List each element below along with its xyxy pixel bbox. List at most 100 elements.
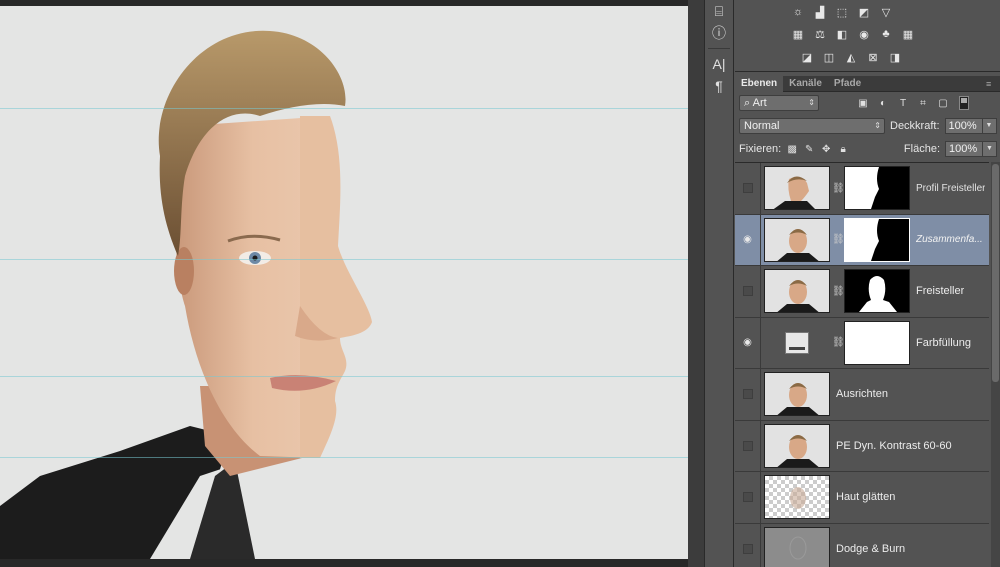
filter-kind-select[interactable]: ⌕ Art ⇕	[739, 95, 819, 111]
collapsed-panel-strip: ⌸ ⓘ A| ¶	[704, 0, 734, 567]
layer-name[interactable]: Haut glätten	[836, 491, 895, 503]
blend-mode-value: Normal	[744, 120, 780, 132]
photo-filter-icon[interactable]: ◉	[856, 27, 872, 41]
eye-icon[interactable]: ◉	[735, 214, 761, 266]
blend-mode-select[interactable]: Normal ⇕	[739, 118, 885, 134]
vibrance-icon[interactable]: ▽	[878, 5, 894, 19]
layer-mask-thumbnail[interactable]	[844, 166, 910, 211]
layer-filter-row: ⌕ Art ⇕ ▣ ◐ T ⌗ ▢	[739, 94, 995, 112]
guide-line	[0, 108, 688, 109]
layer-row[interactable]: Ausrichten	[735, 368, 989, 421]
layer-thumbnail[interactable]	[764, 372, 830, 417]
layer-row[interactable]: ◉ ⛓ Farbfüllung	[735, 317, 989, 369]
invert-icon[interactable]: ◪	[799, 50, 815, 64]
link-icon[interactable]: ⛓	[832, 337, 845, 348]
tab-kanaele[interactable]: Kanäle	[783, 76, 828, 92]
channel-mixer-icon[interactable]: ♣	[878, 27, 894, 41]
black-white-icon[interactable]: ◧	[834, 27, 850, 41]
link-icon[interactable]: ⛓	[832, 286, 845, 297]
info-icon[interactable]: ⓘ	[705, 22, 733, 44]
panel-menu-icon[interactable]: ≡	[986, 76, 1000, 91]
history-icon[interactable]: ⌸	[705, 0, 733, 22]
layer-row[interactable]: ⛓ Profil Freisteller	[735, 163, 989, 215]
layer-row[interactable]: Dodge & Burn	[735, 523, 989, 567]
hue-saturation-icon[interactable]: ▦	[790, 27, 806, 41]
adjustments-row: ☼ ▟ ⬚ ◩ ▽	[790, 5, 894, 19]
opacity-field[interactable]: 100%	[944, 118, 983, 134]
lock-position-icon[interactable]: ✥	[820, 143, 832, 155]
fill-dropdown-icon[interactable]: ▼	[983, 141, 997, 157]
adjustments-panel: ☼ ▟ ⬚ ◩ ▽ ▦ ⚖ ◧ ◉ ♣ ▦ ◪ ◫ ◭ ⊠ ◨	[735, 0, 1000, 72]
layer-name[interactable]: Profil Freisteller	[916, 183, 985, 194]
scrollbar-thumb[interactable]	[992, 164, 999, 382]
layer-mask-thumbnail[interactable]	[844, 269, 910, 314]
layer-thumbnail[interactable]	[764, 166, 830, 211]
opacity-dropdown-icon[interactable]: ▼	[982, 118, 997, 134]
visibility-toggle[interactable]	[735, 163, 761, 214]
selective-color-icon[interactable]: ⊠	[865, 50, 881, 64]
exposure-icon[interactable]: ◩	[856, 5, 872, 19]
eye-icon[interactable]: ◉	[735, 317, 761, 369]
link-icon[interactable]: ⛓	[832, 234, 845, 245]
visibility-box	[742, 543, 753, 554]
layer-name[interactable]: Farbfüllung	[916, 337, 971, 349]
pixel-filter-icon[interactable]: ▣	[857, 97, 869, 109]
visibility-toggle[interactable]	[735, 420, 761, 472]
adjustments-row: ◪ ◫ ◭ ⊠ ◨	[799, 50, 903, 64]
layer-mask-thumbnail[interactable]	[844, 320, 910, 365]
layer-row[interactable]: Haut glätten	[735, 471, 989, 524]
layer-name[interactable]: Zusammenfa...	[916, 234, 983, 245]
smart-object-filter-icon[interactable]: ▢	[937, 97, 949, 109]
link-icon[interactable]: ⛓	[832, 183, 845, 194]
character-icon[interactable]: A|	[705, 53, 733, 75]
tab-pfade[interactable]: Pfade	[828, 76, 867, 92]
paragraph-icon[interactable]: ¶	[705, 75, 733, 97]
color-balance-icon[interactable]: ⚖	[812, 27, 828, 41]
layers-scrollbar[interactable]	[991, 162, 1000, 567]
color-lookup-icon[interactable]: ▦	[900, 27, 916, 41]
threshold-icon[interactable]: ◭	[843, 50, 859, 64]
lock-pixels-icon[interactable]: ✎	[803, 143, 815, 155]
layer-row[interactable]: ⛓ Freisteller	[735, 265, 989, 318]
layer-thumbnail[interactable]	[764, 475, 830, 520]
adjustments-row: ▦ ⚖ ◧ ◉ ♣ ▦	[790, 27, 916, 41]
layer-row[interactable]: PE Dyn. Kontrast 60-60	[735, 420, 989, 472]
type-filter-icon[interactable]: T	[897, 97, 909, 109]
shape-filter-icon[interactable]: ⌗	[917, 97, 929, 109]
panel-gutter	[688, 0, 704, 567]
layer-thumbnail[interactable]	[764, 423, 830, 468]
portrait-image	[0, 30, 372, 559]
layer-name[interactable]: Ausrichten	[836, 388, 888, 400]
visibility-toggle[interactable]	[735, 265, 761, 317]
lock-transparency-icon[interactable]: ▩	[786, 143, 798, 155]
curves-icon[interactable]: ⬚	[834, 5, 850, 19]
adjustment-filter-icon[interactable]: ◐	[877, 97, 889, 109]
opacity-label: Deckkraft:	[890, 120, 940, 132]
filter-toggle[interactable]	[959, 96, 969, 110]
layer-thumbnail[interactable]	[764, 321, 830, 365]
posterize-icon[interactable]: ◫	[821, 50, 837, 64]
fill-field[interactable]: 100%	[945, 141, 983, 157]
lock-all-icon[interactable]: 🔒︎	[837, 143, 849, 155]
canvas-area[interactable]	[0, 0, 700, 567]
visibility-toggle[interactable]	[735, 523, 761, 567]
layer-name[interactable]: PE Dyn. Kontrast 60-60	[836, 440, 952, 452]
layer-mask-thumbnail[interactable]	[844, 217, 910, 262]
layer-name[interactable]: Dodge & Burn	[836, 543, 905, 555]
brightness-icon[interactable]: ☼	[790, 5, 806, 19]
layer-thumbnail[interactable]	[764, 269, 830, 314]
document-canvas[interactable]	[0, 6, 688, 559]
tab-ebenen[interactable]: Ebenen	[735, 76, 784, 92]
layer-row[interactable]: ◉ ⛓ Zusammenfa...	[735, 214, 989, 266]
gradient-map-icon[interactable]: ◨	[887, 50, 903, 64]
levels-icon[interactable]: ▟	[812, 5, 828, 19]
separator	[708, 48, 730, 49]
layers-panel-tabs: Ebenen Kanäle Pfade ≡	[735, 76, 1000, 92]
visibility-toggle[interactable]	[735, 471, 761, 523]
visibility-toggle[interactable]	[735, 368, 761, 420]
layer-thumbnail[interactable]	[764, 526, 830, 567]
photoshop-window: ⌸ ⓘ A| ¶ ☼ ▟ ⬚ ◩ ▽ ▦ ⚖ ◧ ◉ ♣ ▦ ◪ ◫ ◭ ⊠ ◨…	[0, 0, 1000, 567]
layer-name[interactable]: Freisteller	[916, 285, 964, 297]
layer-thumbnail[interactable]	[764, 217, 830, 262]
lock-label: Fixieren:	[739, 143, 782, 155]
